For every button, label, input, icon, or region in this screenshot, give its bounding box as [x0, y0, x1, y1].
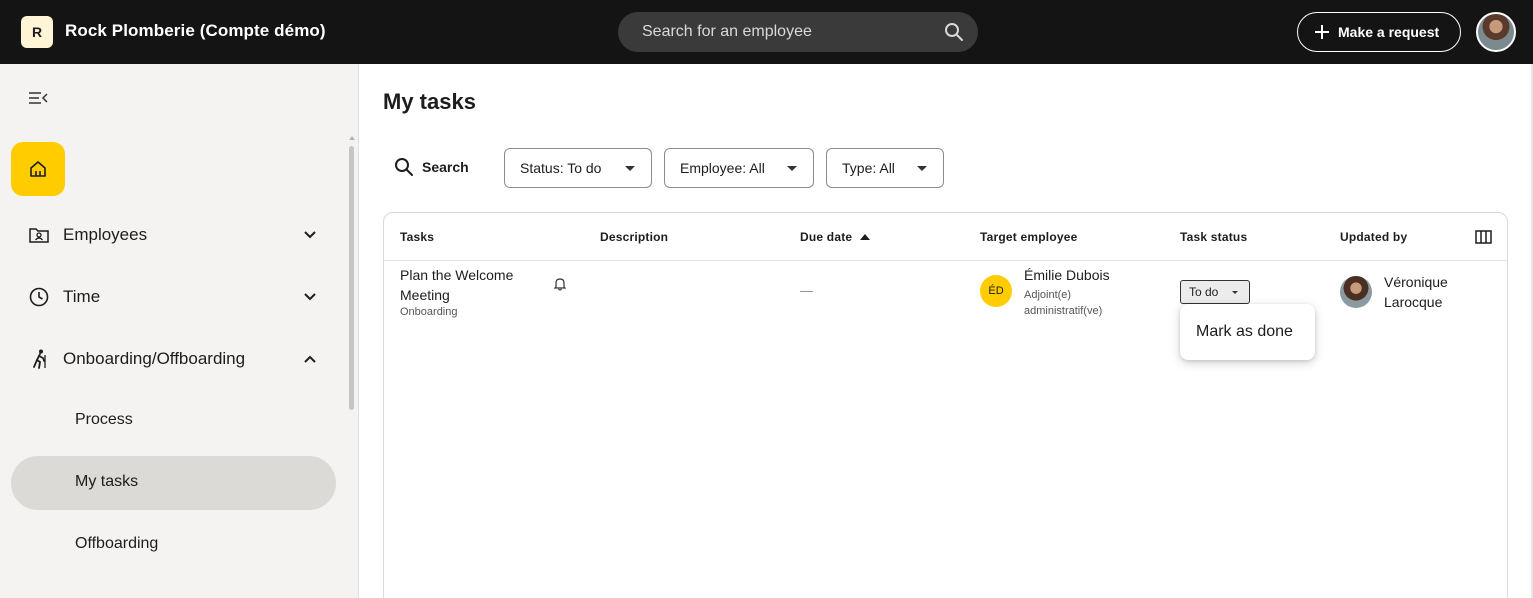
- mark-as-done-option[interactable]: Mark as done: [1196, 323, 1293, 341]
- caret-down-icon: [625, 166, 635, 171]
- chevron-down-icon: [304, 293, 316, 301]
- status-menu: Mark as done: [1180, 304, 1315, 360]
- search-icon[interactable]: [944, 22, 964, 42]
- folder-person-icon: [29, 228, 49, 243]
- home-icon: [30, 161, 46, 177]
- caret-down-icon: [787, 166, 797, 171]
- sidebar-subitem-process[interactable]: Process: [75, 411, 133, 429]
- employee-filter[interactable]: Employee: All: [664, 148, 814, 188]
- sidebar-subitem-my-tasks-active[interactable]: [11, 456, 336, 510]
- column-header-tasks[interactable]: Tasks: [400, 230, 434, 244]
- task-type: Onboarding: [400, 306, 458, 318]
- sidebar-subitem-offboarding[interactable]: Offboarding: [75, 535, 158, 553]
- updater-avatar: [1340, 276, 1372, 308]
- task-status-label: To do: [1189, 285, 1219, 299]
- sidebar-item-time[interactable]: Time: [28, 285, 328, 309]
- person-walking-icon: [33, 349, 46, 369]
- status-filter-label: Status: To do: [520, 160, 602, 176]
- column-header-due-date-label: Due date: [800, 230, 853, 244]
- employee-avatar: ÉD: [980, 275, 1012, 307]
- company-name: Rock Plomberie (Compte démo): [65, 21, 326, 40]
- task-title[interactable]: Plan the Welcome Meeting: [400, 265, 540, 305]
- sidebar-item-onboarding[interactable]: Onboarding/Offboarding: [28, 347, 328, 371]
- status-filter[interactable]: Status: To do: [504, 148, 652, 188]
- task-search-button[interactable]: Search: [394, 157, 469, 177]
- user-avatar[interactable]: [1476, 12, 1516, 52]
- column-header-target-employee[interactable]: Target employee: [980, 230, 1077, 244]
- sidebar-item-label: Time: [63, 287, 101, 306]
- sidebar-scrollbar[interactable]: [349, 146, 354, 410]
- search-icon: [395, 158, 413, 176]
- sidebar-item-label: Onboarding/Offboarding: [63, 349, 246, 368]
- column-header-updated-by[interactable]: Updated by: [1340, 230, 1407, 244]
- plus-icon: [1315, 25, 1329, 39]
- employee-search[interactable]: Search for an employee: [618, 12, 978, 52]
- scroll-up-arrow[interactable]: [349, 136, 355, 140]
- make-request-label: Make a request: [1338, 24, 1440, 40]
- sidebar-subitem-my-tasks[interactable]: My tasks: [75, 473, 138, 491]
- updated-by-name: Véronique Larocque: [1384, 274, 1448, 310]
- sidebar-item-label: Employees: [63, 225, 148, 244]
- company-logo[interactable]: R: [21, 16, 53, 48]
- type-filter-label: Type: All: [842, 160, 895, 176]
- home-button[interactable]: [11, 142, 65, 196]
- collapse-menu-icon[interactable]: [28, 90, 48, 106]
- employee-filter-label: Employee: All: [680, 160, 765, 176]
- employee-role: Adjoint(e) administratif(ve): [1024, 289, 1103, 317]
- sidebar-item-employees[interactable]: Employees: [28, 223, 328, 247]
- column-header-task-status[interactable]: Task status: [1180, 230, 1247, 244]
- chevron-down-icon: [304, 231, 316, 239]
- search-label: Search: [422, 159, 469, 175]
- task-status-dropdown[interactable]: To do: [1180, 280, 1250, 304]
- column-header-description[interactable]: Description: [600, 230, 668, 244]
- caret-down-icon: [917, 166, 927, 171]
- sort-ascending-icon: [860, 234, 871, 240]
- employee-name[interactable]: Émilie Dubois: [1024, 267, 1110, 283]
- search-placeholder: Search for an employee: [642, 23, 812, 40]
- bell-icon[interactable]: [554, 277, 566, 291]
- type-filter[interactable]: Type: All: [826, 148, 944, 188]
- due-date: —: [800, 283, 813, 298]
- clock-icon: [29, 287, 49, 307]
- tasks-table: Tasks Description Due date Target employ…: [383, 212, 1508, 598]
- top-bar: R Rock Plomberie (Compte démo) Search fo…: [0, 0, 1533, 64]
- caret-down-icon: [1232, 291, 1238, 294]
- chevron-up-icon: [304, 355, 316, 363]
- make-request-button[interactable]: Make a request: [1297, 12, 1461, 52]
- columns-icon[interactable]: [1475, 230, 1492, 244]
- table-header: Tasks Description Due date Target employ…: [384, 213, 1507, 261]
- column-header-due-date[interactable]: Due date: [800, 230, 871, 244]
- page-title: My tasks: [383, 89, 476, 114]
- sidebar: Employees Time Onboarding/Offboarding Pr…: [0, 64, 359, 598]
